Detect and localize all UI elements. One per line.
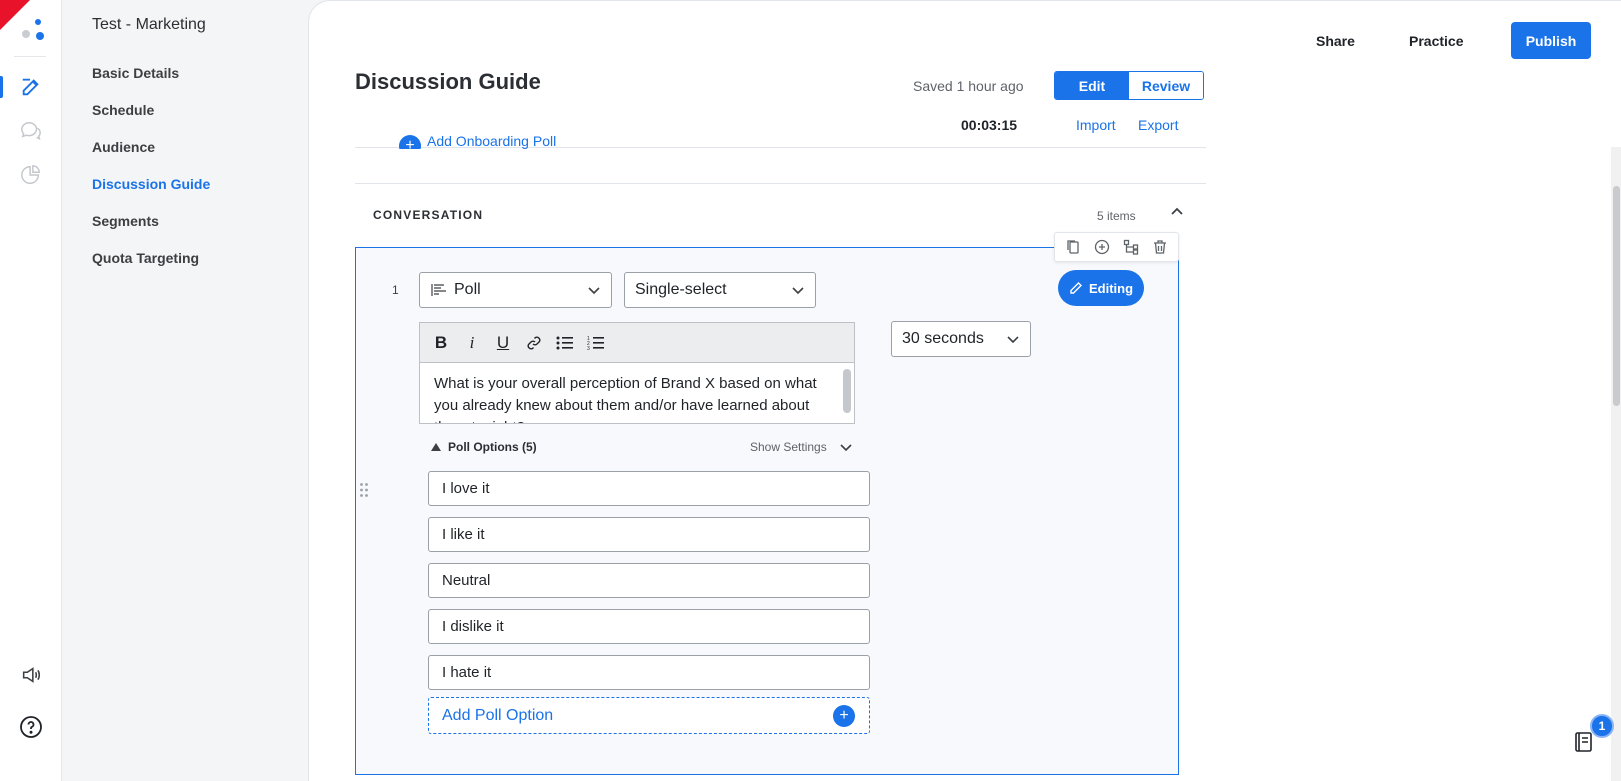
chevron-down-icon [840,444,852,452]
help-icon[interactable] [18,714,44,740]
chevron-down-icon [791,283,805,297]
share-button[interactable]: Share [1316,33,1355,49]
section-label: CONVERSATION [373,208,484,222]
poll-option-input[interactable]: Neutral [428,563,870,598]
underline-icon[interactable]: U [494,333,512,352]
branch-logic-icon[interactable] [1123,239,1139,255]
project-title: Test - Marketing [92,16,206,33]
nav-item-segments[interactable]: Segments [92,213,159,229]
mode-toggle: Edit Review [1054,71,1204,100]
poll-option-input[interactable]: I love it [428,471,870,506]
divider [355,183,1206,184]
item-actions-toolbar [1054,232,1179,262]
poll-option-input[interactable]: I hate it [428,655,870,690]
rail-active-indicator [0,76,3,98]
export-link[interactable]: Export [1138,117,1178,133]
page-scrollbar-thumb[interactable] [1613,186,1620,406]
editor-toolbar: B i U 123 [420,323,854,363]
nav-item-discussion-guide[interactable]: Discussion Guide [92,176,210,192]
plus-icon: + [399,135,421,149]
edit-icon[interactable] [18,74,44,100]
trash-icon[interactable] [1152,239,1168,255]
publish-button[interactable]: Publish [1511,22,1591,59]
add-circle-icon[interactable] [1094,239,1110,255]
nav-item-basic-details[interactable]: Basic Details [92,65,179,81]
bullet-list-icon[interactable] [556,334,574,352]
italic-icon[interactable]: i [463,333,481,352]
editor-scrollbar[interactable] [843,369,851,413]
saved-status: Saved 1 hour ago [913,78,1024,94]
question-editor[interactable]: B i U 123 What is your overall perceptio… [419,322,855,424]
link-icon[interactable] [525,334,543,352]
icon-rail [0,0,62,781]
logo-icon[interactable] [18,16,46,44]
nav-item-quota-targeting[interactable]: Quota Targeting [92,250,199,266]
item-type-select[interactable]: Poll [419,272,612,308]
bold-icon[interactable]: B [432,333,450,352]
duplicate-icon[interactable] [1065,239,1081,255]
triangle-up-icon [431,443,441,451]
poll-option-input[interactable]: I dislike it [428,609,870,644]
nav-item-schedule[interactable]: Schedule [92,102,154,118]
project-nav: Test - Marketing Basic Details Schedule … [62,0,308,781]
show-settings-toggle[interactable]: Show Settings [750,440,853,454]
question-text[interactable]: What is your overall perception of Brand… [420,363,854,423]
chevron-up-icon[interactable] [1170,205,1184,224]
select-mode-select[interactable]: Single-select [624,272,816,308]
show-settings-label: Show Settings [750,440,827,454]
add-onboarding-poll-label: Add Onboarding Poll [427,135,557,149]
item-number: 1 [392,283,399,297]
pencil-icon [1070,282,1082,294]
practice-button[interactable]: Practice [1409,33,1463,49]
page-title: Discussion Guide [355,69,541,94]
analytics-pie-icon[interactable] [18,162,44,188]
editing-status-button[interactable]: Editing [1058,270,1144,306]
duration-select[interactable]: 30 seconds [891,321,1031,357]
review-mode-button[interactable]: Review [1129,72,1203,99]
select-mode-value: Single-select [635,281,727,298]
svg-text:3: 3 [587,346,590,351]
nav-item-audience[interactable]: Audience [92,139,155,155]
item-type-value: Poll [454,281,481,298]
poll-bars-icon [431,284,446,296]
numbered-list-icon[interactable]: 123 [587,334,605,352]
poll-option-input[interactable]: I like it [428,517,870,552]
chevron-down-icon [1006,332,1020,346]
editing-label: Editing [1088,280,1134,296]
poll-options-header: Poll Options (5) [448,440,537,454]
duration-value: 30 seconds [902,330,984,347]
rail-divider [14,56,46,57]
chevron-down-icon [587,283,601,297]
edit-mode-button[interactable]: Edit [1055,72,1129,99]
guide-duration-timer: 00:03:15 [961,117,1018,133]
drag-handle-icon[interactable] [359,482,369,498]
chat-icon[interactable] [18,118,44,144]
add-onboarding-poll-link[interactable]: + Add Onboarding Poll [399,135,556,149]
import-link[interactable]: Import [1076,117,1116,133]
poll-options-toggle[interactable]: Poll Options (5) [430,440,537,454]
announcement-speaker-icon[interactable] [18,662,44,688]
add-poll-option-button[interactable]: Add Poll Option + [428,697,870,734]
add-poll-option-label: Add Poll Option [442,706,554,724]
section-item-count: 5 items [1097,209,1136,223]
plus-icon: + [833,704,855,727]
notification-badge[interactable]: 1 [1590,714,1614,738]
